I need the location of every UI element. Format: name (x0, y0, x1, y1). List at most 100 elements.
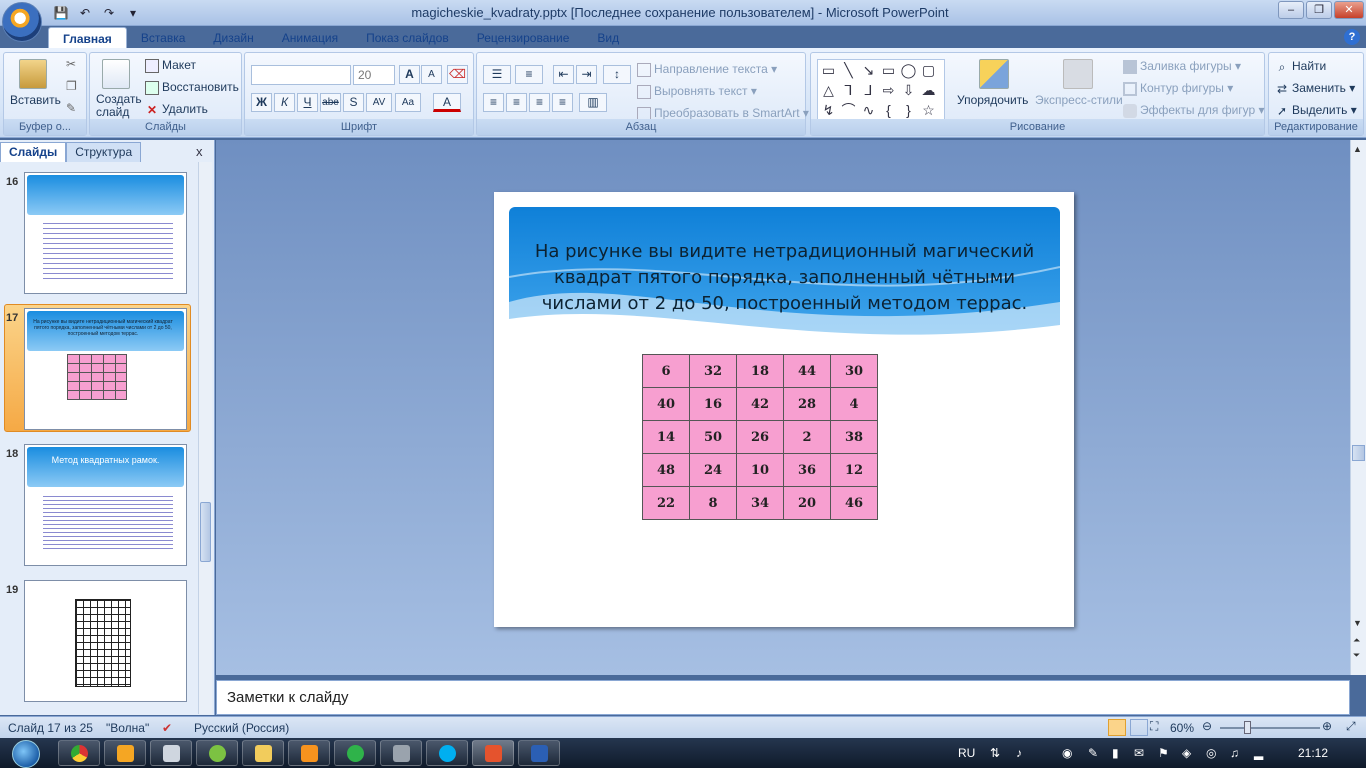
shadow-button[interactable]: S (343, 93, 364, 112)
undo-icon[interactable]: ↶ (76, 4, 94, 22)
table-cell[interactable]: 38 (830, 420, 878, 454)
table-cell[interactable]: 16 (689, 387, 737, 421)
close-button[interactable]: ✕ (1334, 1, 1364, 19)
align-center-icon[interactable]: ≡ (506, 93, 527, 112)
line-shape-icon[interactable]: ╲ (840, 62, 857, 79)
shape-fill-button[interactable]: Заливка фигуры ▾ (1123, 59, 1241, 74)
right-arrow-shape-icon[interactable]: ⇨ (880, 82, 897, 99)
slide-sorter-icon[interactable] (1130, 719, 1148, 736)
tray-icon[interactable]: ◎ (1206, 746, 1216, 760)
scroll-thumb[interactable] (200, 502, 211, 562)
help-icon[interactable]: ? (1344, 29, 1360, 45)
arrange-icon[interactable] (979, 59, 1009, 89)
quick-styles-icon[interactable] (1063, 59, 1093, 89)
slide-thumbnail-16[interactable] (24, 172, 187, 294)
triangle-shape-icon[interactable]: △ (820, 82, 837, 99)
zoom-slider[interactable] (1220, 727, 1320, 729)
notes-pane[interactable]: Заметки к слайду (216, 680, 1350, 715)
taskbar-skype[interactable] (426, 740, 468, 766)
taskbar-app4[interactable] (196, 740, 238, 766)
elbow-connector-icon[interactable]: ⅂ (840, 82, 857, 99)
flowchart-shape-icon[interactable]: ☁ (920, 82, 937, 99)
justify-icon[interactable]: ≡ (552, 93, 573, 112)
taskbar-media[interactable] (104, 740, 146, 766)
strikethrough-button[interactable]: abe (320, 93, 341, 112)
numbering-icon[interactable]: ≡ (515, 65, 543, 84)
scroll-up-icon[interactable]: ▲ (1353, 144, 1362, 154)
table-cell[interactable]: 10 (736, 453, 784, 487)
scroll-thumb[interactable] (1352, 445, 1365, 461)
taskbar-odnoklassniki[interactable] (288, 740, 330, 766)
right-brace-shape-icon[interactable]: } (900, 102, 917, 119)
arc-shape-icon[interactable]: ⌒ (840, 102, 857, 119)
taskbar-app7[interactable] (334, 740, 376, 766)
align-text-button[interactable]: Выровнять текст ▾ (637, 84, 757, 99)
paste-button[interactable]: Вставить (10, 93, 61, 107)
freeform-shape-icon[interactable]: ∿ (860, 102, 877, 119)
clock[interactable]: 21:12 (1298, 746, 1328, 760)
taskbar-chrome[interactable] (58, 740, 100, 766)
text-direction-button[interactable]: Направление текста ▾ (637, 62, 777, 77)
curve-shape-icon[interactable]: ↯ (820, 102, 837, 119)
thumbnails-scrollbar[interactable] (198, 162, 212, 714)
slide-canvas[interactable]: На рисунке вы видите нетрадиционный маги… (494, 192, 1074, 627)
bullets-icon[interactable]: ☰ (483, 65, 511, 84)
char-spacing-button[interactable]: AV (366, 93, 392, 112)
restore-button[interactable]: ❐ (1306, 1, 1332, 19)
table-cell[interactable]: 24 (689, 453, 737, 487)
theme-name[interactable]: "Волна" (106, 721, 149, 735)
spellcheck-icon[interactable]: ✔ (162, 721, 172, 735)
language-indicator[interactable]: Русский (Россия) (194, 721, 289, 735)
table-cell[interactable]: 30 (830, 354, 878, 388)
table-cell[interactable]: 34 (736, 486, 784, 520)
tab-insert[interactable]: Вставка (127, 27, 200, 49)
rounded-rect-shape-icon[interactable]: ▢ (920, 62, 937, 79)
redo-icon[interactable]: ↷ (100, 4, 118, 22)
taskbar-powerpoint[interactable] (472, 740, 514, 766)
font-color-button[interactable]: A (433, 93, 461, 112)
decrease-indent-icon[interactable]: ⇤ (553, 65, 574, 84)
battery-icon[interactable]: ▮ (1112, 746, 1119, 760)
taskbar-app8[interactable] (380, 740, 422, 766)
taskbar-word[interactable] (518, 740, 560, 766)
table-cell[interactable]: 50 (689, 420, 737, 454)
font-size-combo[interactable]: 20 (353, 65, 395, 85)
volume-icon[interactable]: ♫ (1230, 746, 1239, 760)
down-arrow-shape-icon[interactable]: ⇩ (900, 82, 917, 99)
table-cell[interactable]: 20 (783, 486, 831, 520)
table-cell[interactable]: 12 (830, 453, 878, 487)
slideshow-icon[interactable]: ⛶ (1150, 719, 1158, 734)
table-cell[interactable]: 28 (783, 387, 831, 421)
zoom-slider-handle[interactable] (1244, 721, 1251, 734)
slide-thumbnail-17[interactable]: На рисунке вы видите нетрадиционный маги… (24, 308, 187, 430)
oval-shape-icon[interactable]: ◯ (900, 62, 917, 79)
align-left-icon[interactable]: ≡ (483, 93, 504, 112)
table-cell[interactable]: 44 (783, 354, 831, 388)
input-language[interactable]: RU (958, 746, 975, 760)
cut-icon[interactable]: ✂ (66, 57, 76, 71)
tab-slides[interactable]: Слайды (0, 142, 67, 162)
shape-effects-button[interactable]: Эффекты для фигур ▾ (1123, 103, 1265, 118)
table-cell[interactable]: 42 (736, 387, 784, 421)
normal-view-icon[interactable] (1108, 719, 1126, 736)
tray-icon[interactable]: ♪ (1016, 746, 1022, 760)
zoom-level[interactable]: 60% (1170, 721, 1194, 735)
line-spacing-icon[interactable]: ↕ (603, 65, 631, 84)
table-cell[interactable]: 32 (689, 354, 737, 388)
reset-button[interactable]: Восстановить (145, 80, 239, 95)
table-cell[interactable]: 36 (783, 453, 831, 487)
office-button[interactable] (2, 2, 42, 42)
format-painter-icon[interactable]: ✎ (66, 101, 76, 115)
layout-button[interactable]: Макет (145, 58, 196, 73)
network-tray-icon[interactable]: ⇅ (990, 746, 1000, 760)
align-right-icon[interactable]: ≡ (529, 93, 550, 112)
new-slide-icon[interactable] (102, 59, 130, 89)
customize-qat-icon[interactable]: ▾ (124, 4, 142, 22)
increase-indent-icon[interactable]: ⇥ (576, 65, 597, 84)
tab-home[interactable]: Главная (48, 27, 127, 49)
italic-button[interactable]: К (274, 93, 295, 112)
tray-icon[interactable]: ◉ (1062, 746, 1072, 760)
table-cell[interactable]: 46 (830, 486, 878, 520)
table-cell[interactable]: 40 (642, 387, 690, 421)
flag-icon[interactable]: ⚑ (1158, 746, 1169, 760)
